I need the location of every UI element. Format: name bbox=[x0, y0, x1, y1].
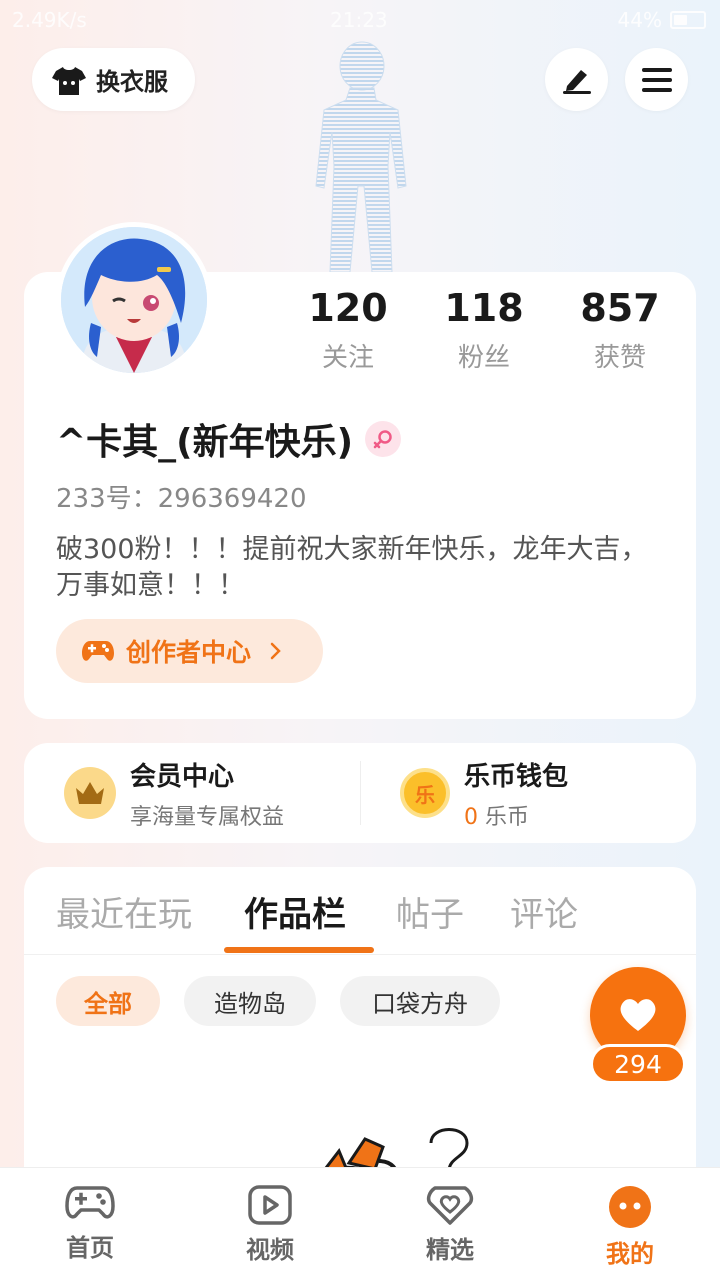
gamepad-icon bbox=[65, 1186, 115, 1219]
coin-icon: 乐 bbox=[400, 768, 450, 818]
following-count: 120 bbox=[308, 286, 388, 330]
coin-icon-char: 乐 bbox=[415, 782, 435, 807]
wallet-balance: 0 bbox=[464, 804, 478, 830]
filter-all[interactable]: 全部 bbox=[56, 976, 160, 1026]
status-bar: 2.49K/s 21:23 44% bbox=[0, 0, 720, 40]
stat-following[interactable]: 120 关注 bbox=[280, 285, 416, 374]
wallet-unit: 乐币 bbox=[485, 804, 530, 830]
divider bbox=[360, 761, 361, 825]
followers-count: 118 bbox=[444, 286, 524, 330]
followers-label: 粉丝 bbox=[457, 343, 510, 373]
user-bio: 破300粉！！！提前祝大家新年快乐，龙年大吉，万事如意！！！ bbox=[56, 534, 648, 601]
nav-video-label: 视频 bbox=[246, 1236, 294, 1264]
network-speed: 2.49K/s bbox=[12, 8, 87, 32]
following-label: 关注 bbox=[321, 343, 374, 373]
profile-face-icon bbox=[609, 1186, 651, 1228]
tab-comments[interactable]: 评论 bbox=[510, 887, 578, 936]
like-count-badge: 294 bbox=[590, 1044, 686, 1084]
tab-works[interactable]: 作品栏 bbox=[244, 887, 346, 936]
crown-icon bbox=[64, 767, 116, 819]
hamburger-icon bbox=[641, 67, 672, 92]
pencil-icon bbox=[562, 69, 591, 94]
nav-video[interactable]: 视频 bbox=[180, 1168, 360, 1280]
avatar-hologram bbox=[315, 41, 407, 273]
likes-count: 857 bbox=[580, 286, 660, 330]
username-row: ^卡其_(新年快乐) bbox=[56, 413, 402, 465]
member-center-title: 会员中心 bbox=[130, 761, 235, 792]
creator-center-label: 创作者中心 bbox=[126, 638, 252, 667]
creator-center-button[interactable]: 创作者中心 bbox=[56, 619, 323, 683]
wallet-title: 乐币钱包 bbox=[464, 761, 569, 792]
filter-pocket-ark[interactable]: 口袋方舟 bbox=[340, 976, 500, 1026]
nav-mine[interactable]: 我的 bbox=[540, 1168, 720, 1280]
wallet-balance-row: 0 乐币 bbox=[464, 799, 568, 831]
heart-shield-icon bbox=[426, 1186, 474, 1225]
status-time: 21:23 bbox=[330, 8, 388, 32]
profile-tabs: 最近在玩 作品栏 帖子 评论 bbox=[24, 867, 696, 955]
female-icon bbox=[365, 421, 402, 457]
avatar-image bbox=[61, 227, 207, 373]
wallet-entry[interactable]: 乐 乐币钱包 0 乐币 bbox=[360, 743, 696, 843]
battery-icon bbox=[670, 11, 706, 29]
stat-followers[interactable]: 118 粉丝 bbox=[416, 285, 552, 374]
likes-label: 获赞 bbox=[593, 343, 646, 373]
status-right: 44% bbox=[618, 8, 706, 32]
member-center-subtitle: 享海量专属权益 bbox=[130, 804, 285, 830]
tshirt-icon bbox=[52, 66, 86, 95]
member-center-entry[interactable]: 会员中心 享海量专属权益 bbox=[24, 743, 360, 843]
user-id: 233号：296369420 bbox=[56, 484, 307, 514]
tab-posts[interactable]: 帖子 bbox=[396, 887, 464, 936]
gamepad-icon bbox=[82, 641, 114, 661]
chevron-right-icon bbox=[270, 642, 281, 660]
change-outfit-label: 换衣服 bbox=[96, 68, 168, 96]
filter-creation-island[interactable]: 造物岛 bbox=[184, 976, 316, 1026]
change-outfit-button[interactable]: 换衣服 bbox=[32, 48, 195, 111]
menu-button[interactable] bbox=[625, 48, 688, 111]
tab-recent-played[interactable]: 最近在玩 bbox=[56, 887, 192, 936]
nav-mine-label: 我的 bbox=[606, 1240, 654, 1268]
nav-featured[interactable]: 精选 bbox=[360, 1168, 540, 1280]
nav-featured-label: 精选 bbox=[426, 1236, 474, 1264]
bottom-navigation: 首页 视频 精选 我的 bbox=[0, 1167, 720, 1280]
battery-percent: 44% bbox=[617, 8, 662, 32]
member-wallet-card: 会员中心 享海量专属权益 乐 乐币钱包 0 乐币 bbox=[24, 743, 696, 843]
profile-stats: 120 关注 118 粉丝 857 获赞 bbox=[280, 285, 690, 374]
nav-home-label: 首页 bbox=[66, 1234, 114, 1262]
edit-profile-button[interactable] bbox=[545, 48, 608, 111]
video-icon bbox=[248, 1185, 292, 1225]
heart-icon bbox=[620, 999, 656, 1031]
active-tab-indicator bbox=[224, 947, 374, 953]
username: ^卡其_(新年快乐) bbox=[56, 422, 354, 463]
stat-likes[interactable]: 857 获赞 bbox=[552, 285, 688, 374]
avatar[interactable] bbox=[56, 222, 212, 378]
nav-home[interactable]: 首页 bbox=[0, 1168, 180, 1280]
